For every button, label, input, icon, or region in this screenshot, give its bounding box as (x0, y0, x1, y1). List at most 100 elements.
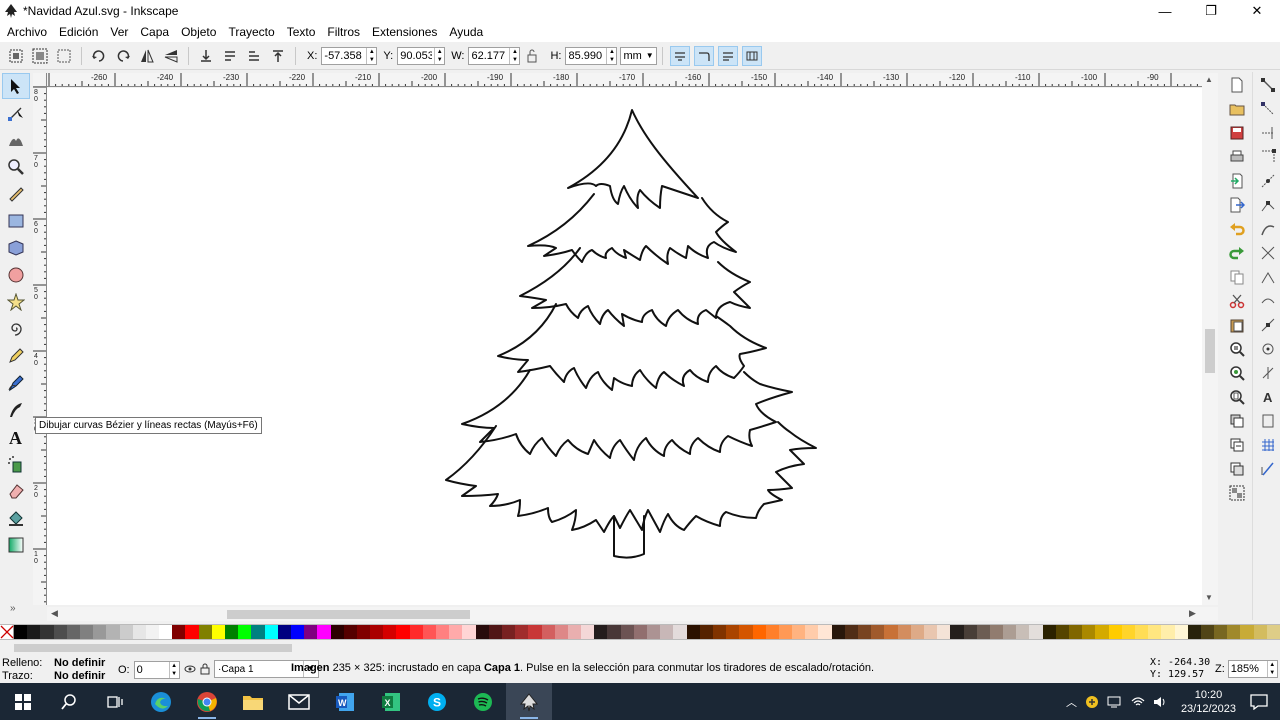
pen-bezier-tool-icon[interactable] (2, 370, 30, 396)
h-spinbox[interactable]: ▲▼ (565, 46, 618, 65)
drawing-canvas[interactable] (47, 88, 1202, 605)
color-swatch[interactable] (1187, 625, 1201, 639)
flip-horizontal-icon[interactable] (137, 46, 157, 66)
color-swatch[interactable] (686, 625, 700, 639)
taskbar-file-explorer[interactable] (230, 683, 276, 720)
taskbar-search-button[interactable] (46, 683, 92, 720)
3d-box-tool-icon[interactable] (2, 235, 30, 261)
color-swatch[interactable] (66, 625, 80, 639)
undo-icon[interactable] (1226, 218, 1248, 240)
zoom-stepper[interactable]: ▲ ▼ (1266, 661, 1277, 677)
color-swatch[interactable] (462, 625, 476, 639)
color-swatch[interactable] (620, 625, 634, 639)
color-swatch[interactable] (277, 625, 291, 639)
spiral-tool-icon[interactable] (2, 316, 30, 342)
color-swatch[interactable] (844, 625, 858, 639)
h-stepper[interactable]: ▲ ▼ (606, 47, 616, 64)
color-swatch[interactable] (119, 625, 133, 639)
taskbar-chrome[interactable] (184, 683, 230, 720)
color-swatch[interactable] (950, 625, 964, 639)
color-swatch[interactable] (541, 625, 555, 639)
maximize-button[interactable]: ❐ (1188, 0, 1234, 22)
volume-icon[interactable] (1153, 696, 1167, 708)
zoom-input[interactable] (1228, 661, 1267, 677)
color-swatch[interactable] (673, 625, 687, 639)
palette-scrollbar[interactable] (0, 640, 1280, 656)
rectangle-tool-icon[interactable] (2, 208, 30, 234)
color-swatch[interactable] (805, 625, 819, 639)
minimize-button[interactable]: — (1142, 0, 1188, 22)
zoom-spinbox[interactable]: ▲▼ (1227, 660, 1278, 678)
selector-tool-icon[interactable] (2, 73, 30, 99)
color-swatch[interactable] (858, 625, 872, 639)
menu-trayecto[interactable]: Trayecto (228, 25, 274, 39)
color-swatch[interactable] (383, 625, 397, 639)
lower-to-bottom-icon[interactable] (196, 46, 216, 66)
horizontal-ruler[interactable]: -260 -240 -230 -220 -210 -200 -190 -180 -170 -160… (47, 73, 1202, 87)
snap-text-baseline-icon[interactable]: A (1257, 386, 1279, 408)
taskbar-spotify[interactable] (460, 683, 506, 720)
x-input[interactable] (322, 47, 367, 64)
color-swatch[interactable] (356, 625, 371, 639)
zoom-drawing-icon[interactable] (1226, 362, 1248, 384)
measure-tool-icon[interactable] (2, 181, 30, 207)
scroll-left-icon[interactable]: ◀ (51, 608, 58, 619)
snap-guide-icon[interactable] (1257, 458, 1279, 480)
color-swatch[interactable] (132, 625, 146, 639)
color-swatch[interactable] (910, 625, 924, 639)
color-swatch[interactable] (594, 625, 608, 639)
vertical-ruler[interactable]: 8070605040302010 (33, 87, 47, 605)
color-swatch[interactable] (1161, 625, 1175, 639)
color-swatch[interactable] (264, 625, 278, 639)
open-folder-icon[interactable] (1226, 98, 1248, 120)
color-swatch[interactable] (699, 625, 713, 639)
stroke-value[interactable]: No definir (54, 670, 105, 683)
select-all-layers-icon[interactable] (30, 46, 50, 66)
notifications-icon[interactable] (1250, 693, 1268, 710)
w-spinbox[interactable]: ▲▼ (468, 46, 521, 65)
color-swatch[interactable] (633, 625, 647, 639)
taskbar-word[interactable]: W (322, 683, 368, 720)
color-swatch[interactable] (436, 625, 450, 639)
color-swatch[interactable] (607, 625, 621, 639)
menu-ver[interactable]: Ver (110, 25, 128, 39)
paste-icon[interactable] (1226, 314, 1248, 336)
deselect-icon[interactable] (54, 46, 74, 66)
lower-icon[interactable] (220, 46, 240, 66)
wifi-icon[interactable] (1131, 696, 1145, 708)
ellipse-tool-icon[interactable] (2, 262, 30, 288)
taskbar-edge[interactable] (138, 683, 184, 720)
paint-bucket-tool-icon[interactable] (2, 505, 30, 531)
color-swatch[interactable] (1148, 625, 1162, 639)
opacity-spinbox[interactable]: ▲▼ (133, 661, 180, 679)
w-stepper[interactable]: ▲ ▼ (509, 47, 519, 64)
w-input[interactable] (469, 47, 510, 64)
snap-center-icon[interactable] (1257, 338, 1279, 360)
color-swatch[interactable] (185, 625, 199, 639)
color-swatch[interactable] (225, 625, 239, 639)
christmas-tree-drawing[interactable] (47, 88, 1202, 605)
color-swatch[interactable] (1003, 625, 1017, 639)
y-stepper[interactable]: ▲ ▼ (434, 47, 444, 64)
taskbar-inkscape[interactable] (506, 683, 552, 720)
gradient-tool-icon[interactable] (2, 532, 30, 558)
menu-capa[interactable]: Capa (140, 25, 169, 39)
color-swatch[interactable] (1227, 625, 1241, 639)
color-swatch[interactable] (884, 625, 898, 639)
fill-value[interactable]: No definir (54, 657, 105, 670)
snap-midpoint-icon[interactable] (1257, 314, 1279, 336)
color-swatch[interactable] (317, 625, 331, 639)
duplicate-icon[interactable] (1226, 410, 1248, 432)
color-swatch[interactable] (79, 625, 94, 639)
lock-proportions-icon[interactable] (522, 46, 542, 66)
snap-cusp-icon[interactable] (1257, 266, 1279, 288)
raise-to-top-icon[interactable] (268, 46, 288, 66)
color-swatch[interactable] (159, 625, 173, 639)
color-swatch[interactable] (330, 625, 344, 639)
tray-overflow-icon[interactable]: ︿ (1066, 694, 1077, 710)
eraser-tool-icon[interactable] (2, 478, 30, 504)
color-swatch[interactable] (528, 625, 542, 639)
color-swatch[interactable] (989, 625, 1004, 639)
color-swatch[interactable] (1266, 625, 1280, 639)
no-paint-swatch[interactable] (0, 625, 14, 639)
